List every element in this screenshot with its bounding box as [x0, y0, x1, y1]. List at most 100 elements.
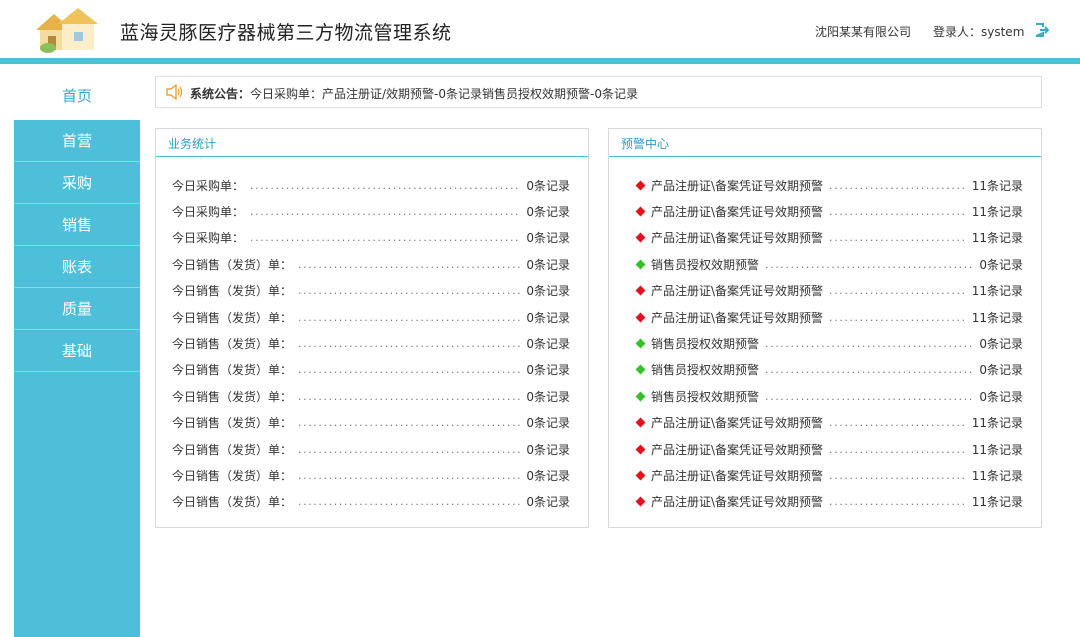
sidebar-item-sales[interactable]: 销售: [14, 204, 140, 246]
sidebar: 首页 首营 采购 销售 账表 质量 基础: [14, 64, 140, 637]
stats-row[interactable]: 今日销售（发货）单：..............................…: [156, 489, 588, 515]
row-label: 产品注册证\备案凭证号效期预警: [651, 178, 824, 193]
dot-leader: ........................................…: [298, 495, 520, 509]
row-label: 销售员授权效期预警: [651, 389, 760, 404]
row-label: 产品注册证\备案凭证号效期预警: [651, 495, 824, 510]
row-label: 产品注册证\备案凭证号效期预警: [651, 442, 824, 457]
row-label: 今日销售（发货）单：: [172, 442, 293, 457]
alert-row[interactable]: 产品注册证\备案凭证号效期预警.........................…: [609, 225, 1041, 251]
row-label: 销售员授权效期预警: [651, 337, 760, 352]
stats-row[interactable]: 今日销售（发货）单：..............................…: [156, 462, 588, 488]
stats-row[interactable]: 今日采购单：..................................…: [156, 198, 588, 224]
notice-label: 系统公告：: [190, 87, 251, 101]
row-count: 0条记录: [526, 231, 570, 246]
stats-row[interactable]: 今日采购单：..................................…: [156, 225, 588, 251]
alert-row[interactable]: 产品注册证\备案凭证号效期预警.........................…: [609, 172, 1041, 198]
alert-row[interactable]: 产品注册证\备案凭证号效期预警.........................…: [609, 462, 1041, 488]
stats-row[interactable]: 今日销售（发货）单：..............................…: [156, 278, 588, 304]
diamond-bullet-icon: [635, 206, 646, 217]
row-label: 产品注册证\备案凭证号效期预警: [651, 284, 824, 299]
dot-leader: ........................................…: [298, 389, 520, 403]
stats-row[interactable]: 今日销售（发货）单：..............................…: [156, 410, 588, 436]
business-stats-panel: 业务统计 今日采购单：.............................…: [155, 128, 589, 528]
alert-row[interactable]: 销售员授权效期预警...............................…: [609, 357, 1041, 383]
row-label: 今日采购单：: [172, 205, 245, 220]
dot-leader: ........................................…: [829, 178, 966, 192]
alert-center-title: 预警中心: [609, 129, 1041, 157]
stats-row[interactable]: 今日销售（发货）单：..............................…: [156, 357, 588, 383]
alert-row[interactable]: 产品注册证\备案凭证号效期预警.........................…: [609, 278, 1041, 304]
row-label: 产品注册证\备案凭证号效期预警: [651, 416, 824, 431]
row-label: 今日采购单：: [172, 178, 245, 193]
row-count: 11条记录: [971, 178, 1023, 193]
alert-row[interactable]: 产品注册证\备案凭证号效期预警.........................…: [609, 198, 1041, 224]
header: 蓝海灵豚医疗器械第三方物流管理系统 沈阳某某有限公司 登录人：system: [0, 0, 1080, 58]
row-count: 11条记录: [971, 231, 1023, 246]
login-user: 登录人：system: [933, 25, 1025, 39]
diamond-bullet-icon: [635, 364, 646, 375]
alert-center-panel: 预警中心 产品注册证\备案凭证号效期预警....................…: [608, 128, 1042, 528]
dot-leader: ........................................…: [298, 363, 520, 377]
dot-leader: ........................................…: [298, 284, 520, 298]
sidebar-item-reports[interactable]: 账表: [14, 246, 140, 288]
houses-logo-icon: [36, 8, 98, 53]
diamond-bullet-icon: [635, 338, 646, 349]
diamond-bullet-icon: [635, 285, 646, 296]
row-label: 销售员授权效期预警: [651, 363, 760, 378]
logout-icon[interactable]: [1033, 22, 1049, 38]
stats-row[interactable]: 今日销售（发货）单：..............................…: [156, 436, 588, 462]
dot-leader: ........................................…: [298, 468, 520, 482]
row-count: 0条记录: [526, 495, 570, 510]
row-label: 产品注册证\备案凭证号效期预警: [651, 310, 824, 325]
row-label: 今日销售（发货）单：: [172, 284, 293, 299]
system-notice: 系统公告：今日采购单：产品注册证/效期预警-0条记录销售员授权效期预警-0条记录: [155, 76, 1042, 108]
alert-row[interactable]: 销售员授权效期预警...............................…: [609, 383, 1041, 409]
stats-row[interactable]: 今日销售（发货）单：..............................…: [156, 304, 588, 330]
sidebar-item-first-business[interactable]: 首营: [14, 120, 140, 162]
dot-leader: ........................................…: [765, 389, 973, 403]
stats-row[interactable]: 今日销售（发货）单：..............................…: [156, 251, 588, 277]
business-stats-title: 业务统计: [156, 129, 588, 157]
row-count: 0条记录: [526, 310, 570, 325]
stats-row[interactable]: 今日销售（发货）单：..............................…: [156, 383, 588, 409]
stats-row[interactable]: 今日销售（发货）单：..............................…: [156, 330, 588, 356]
row-count: 11条记录: [971, 310, 1023, 325]
row-label: 今日销售（发货）单：: [172, 337, 293, 352]
stats-row[interactable]: 今日采购单：..................................…: [156, 172, 588, 198]
sidebar-item-quality[interactable]: 质量: [14, 288, 140, 330]
dot-leader: ........................................…: [298, 337, 520, 351]
dot-leader: ........................................…: [829, 442, 966, 456]
sidebar-item-home[interactable]: 首页: [14, 64, 140, 120]
alert-row[interactable]: 产品注册证\备案凭证号效期预警.........................…: [609, 304, 1041, 330]
diamond-bullet-icon: [635, 470, 646, 481]
row-count: 0条记录: [526, 363, 570, 378]
row-label: 产品注册证\备案凭证号效期预警: [651, 468, 824, 483]
diamond-bullet-icon: [635, 391, 646, 402]
header-accent-bar: [0, 58, 1080, 64]
row-count: 0条记录: [979, 389, 1023, 404]
dot-leader: ........................................…: [298, 257, 520, 271]
row-count: 0条记录: [526, 284, 570, 299]
business-stats-list: 今日采购单：..................................…: [156, 157, 588, 515]
alert-row[interactable]: 产品注册证\备案凭证号效期预警.........................…: [609, 436, 1041, 462]
app-title: 蓝海灵豚医疗器械第三方物流管理系统: [120, 22, 452, 44]
row-count: 11条记录: [971, 468, 1023, 483]
dot-leader: ........................................…: [250, 178, 521, 192]
diamond-bullet-icon: [635, 180, 646, 191]
row-count: 11条记录: [971, 205, 1023, 220]
diamond-bullet-icon: [635, 496, 646, 507]
row-count: 11条记录: [971, 495, 1023, 510]
alert-row[interactable]: 销售员授权效期预警...............................…: [609, 251, 1041, 277]
alert-row[interactable]: 销售员授权效期预警...............................…: [609, 330, 1041, 356]
row-count: 11条记录: [971, 416, 1023, 431]
row-count: 0条记录: [526, 442, 570, 457]
alert-row[interactable]: 产品注册证\备案凭证号效期预警.........................…: [609, 410, 1041, 436]
row-count: 0条记录: [526, 178, 570, 193]
sidebar-item-basic[interactable]: 基础: [14, 330, 140, 372]
sidebar-item-purchase[interactable]: 采购: [14, 162, 140, 204]
row-label: 今日销售（发货）单：: [172, 495, 293, 510]
speaker-icon: [166, 84, 183, 100]
row-count: 0条记录: [526, 337, 570, 352]
alert-row[interactable]: 产品注册证\备案凭证号效期预警.........................…: [609, 489, 1041, 515]
row-count: 0条记录: [979, 257, 1023, 272]
